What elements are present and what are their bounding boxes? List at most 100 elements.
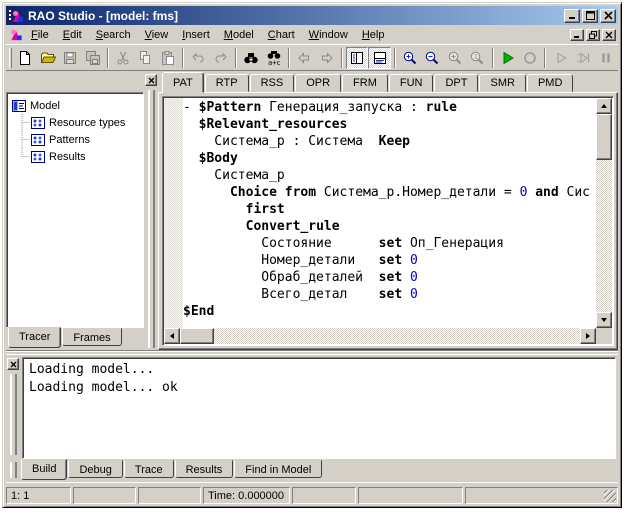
menu-item-file[interactable]: File <box>24 27 56 43</box>
status-panel-6 <box>358 486 463 504</box>
svg-text:1: 1 <box>474 54 478 61</box>
step-button <box>572 47 594 69</box>
minimize-button[interactable] <box>564 8 580 23</box>
menu-item-chart[interactable]: Chart <box>261 27 302 43</box>
redo-icon <box>215 52 227 62</box>
zoom-auto-button <box>444 47 466 69</box>
output-tabs-bar: Build Debug Trace Results Find in Model <box>6 459 618 482</box>
scrollbar-corner <box>596 328 612 344</box>
toolbar-separator <box>106 47 109 68</box>
menu-item-search[interactable]: Search <box>89 27 138 43</box>
play-icon <box>557 52 567 63</box>
navigate-back-button <box>293 47 315 69</box>
tab-rss[interactable]: RSS <box>249 74 295 92</box>
zoom-out-button[interactable] <box>421 47 443 69</box>
workspace-panel-icon <box>351 51 364 64</box>
new-button[interactable] <box>14 47 36 69</box>
save-all-icon <box>85 50 100 65</box>
tree-connector <box>21 148 30 157</box>
tree-item-results[interactable]: Results <box>11 148 141 165</box>
resource-icon <box>31 150 45 163</box>
mdi-restore-button[interactable] <box>586 28 600 41</box>
zoom-out-icon <box>426 51 439 64</box>
tab-smr[interactable]: SMR <box>479 74 526 92</box>
tab-tracer[interactable]: Tracer <box>8 327 62 348</box>
toolbar-separator <box>182 47 185 68</box>
output-tabs-grip[interactable] <box>10 462 17 478</box>
tab-opr[interactable]: OPR <box>295 74 342 92</box>
tree-item-label: Resource types <box>49 116 126 129</box>
document-tab-control: PAT RTP RSS OPR FRM FUN DPT SMR PMD - $Pattern Г… <box>158 71 618 350</box>
tree-item-model[interactable]: Model <box>11 97 141 114</box>
menu-item-edit[interactable]: Edit <box>56 27 89 43</box>
menu-bar: File Edit Search View Insert Model Chart Window… <box>6 25 618 44</box>
resize-grip[interactable] <box>604 489 616 502</box>
fold-margin[interactable] <box>164 98 183 328</box>
save-icon <box>64 51 77 64</box>
code-text[interactable]: - $Pattern Генерация_запуска : rule $Rel… <box>183 99 596 328</box>
tab-frm[interactable]: FRM <box>342 74 388 92</box>
app-window: RAO Studio - [model: fms] File Edit Search… <box>2 2 622 508</box>
tab-trace[interactable]: Trace <box>123 460 174 478</box>
mdi-close-icon <box>605 31 613 38</box>
tab-build[interactable]: Build <box>21 459 68 480</box>
menu-item-view[interactable]: View <box>138 27 176 43</box>
close-button[interactable] <box>600 8 616 23</box>
tab-frames[interactable]: Frames <box>62 328 122 346</box>
menu-item-help[interactable]: Help <box>355 27 392 43</box>
run-icon <box>503 51 514 64</box>
tab-find-in-model[interactable]: Find in Model <box>234 460 323 478</box>
find-icon <box>244 52 258 63</box>
mdi-minimize-button[interactable] <box>570 28 584 41</box>
code-editor[interactable]: - $Pattern Генерация_запуска : rule $Rel… <box>162 96 614 346</box>
output-drag-grip[interactable] <box>9 374 17 455</box>
tab-pmd[interactable]: PMD <box>526 74 574 92</box>
toggle-workspace-panel-button[interactable] <box>345 46 369 69</box>
tree-item-label: Model <box>30 99 60 112</box>
scroll-right-button[interactable] <box>580 328 596 344</box>
menu-item-insert[interactable]: Insert <box>175 27 217 43</box>
code-line-7: first <box>245 202 285 217</box>
minimize-icon <box>568 17 575 19</box>
save-button <box>59 47 81 69</box>
vertical-scroll-thumb[interactable] <box>596 114 612 160</box>
workspace-close-button[interactable] <box>145 74 157 86</box>
toggle-output-panel-button[interactable] <box>368 46 391 69</box>
svg-text:a+c: a+c <box>268 59 281 66</box>
model-tree[interactable]: Model Resource types Patterns Results <box>6 92 144 328</box>
maximize-button[interactable] <box>582 8 598 23</box>
toolbar-separator <box>340 47 343 68</box>
tree-item-patterns[interactable]: Patterns <box>11 131 141 148</box>
mdi-close-button[interactable] <box>602 28 616 41</box>
workspace-tabs: Tracer Frames <box>6 327 144 350</box>
scroll-down-button[interactable] <box>596 312 612 328</box>
tree-item-resource-types[interactable]: Resource types <box>11 114 141 131</box>
horizontal-scrollbar[interactable] <box>164 328 596 344</box>
tab-dpt[interactable]: DPT <box>434 74 479 92</box>
close-icon <box>148 77 154 83</box>
output-close-button[interactable] <box>7 358 19 370</box>
zoom-in-button[interactable] <box>399 47 421 69</box>
open-button[interactable] <box>36 47 58 69</box>
code-line-10: Номер_детали set 0 <box>183 253 418 268</box>
tab-debug[interactable]: Debug <box>68 460 123 478</box>
workspace-pane: Model Resource types Patterns Results Trace… <box>6 71 158 350</box>
scroll-left-button[interactable] <box>164 328 180 344</box>
menu-item-window[interactable]: Window <box>302 27 355 43</box>
find-button[interactable] <box>240 47 262 69</box>
menu-item-model[interactable]: Model <box>217 27 261 43</box>
tab-pat[interactable]: PAT <box>162 72 204 93</box>
status-panel-3 <box>138 486 201 504</box>
scroll-up-button[interactable] <box>596 98 612 114</box>
cut-button <box>112 47 134 69</box>
toolbar-grip[interactable] <box>9 47 12 68</box>
vertical-scrollbar[interactable] <box>596 98 612 328</box>
replace-button[interactable]: a+c <box>263 47 285 69</box>
tab-rtp[interactable]: RTP <box>204 74 249 92</box>
build-output[interactable]: Loading model... Loading model... ok <box>22 357 616 459</box>
tab-results[interactable]: Results <box>174 460 234 478</box>
tab-fun[interactable]: FUN <box>388 74 434 92</box>
horizontal-scroll-thumb[interactable] <box>180 328 214 344</box>
workspace-drag-grip[interactable] <box>147 90 155 348</box>
run-model-button[interactable] <box>497 47 519 69</box>
